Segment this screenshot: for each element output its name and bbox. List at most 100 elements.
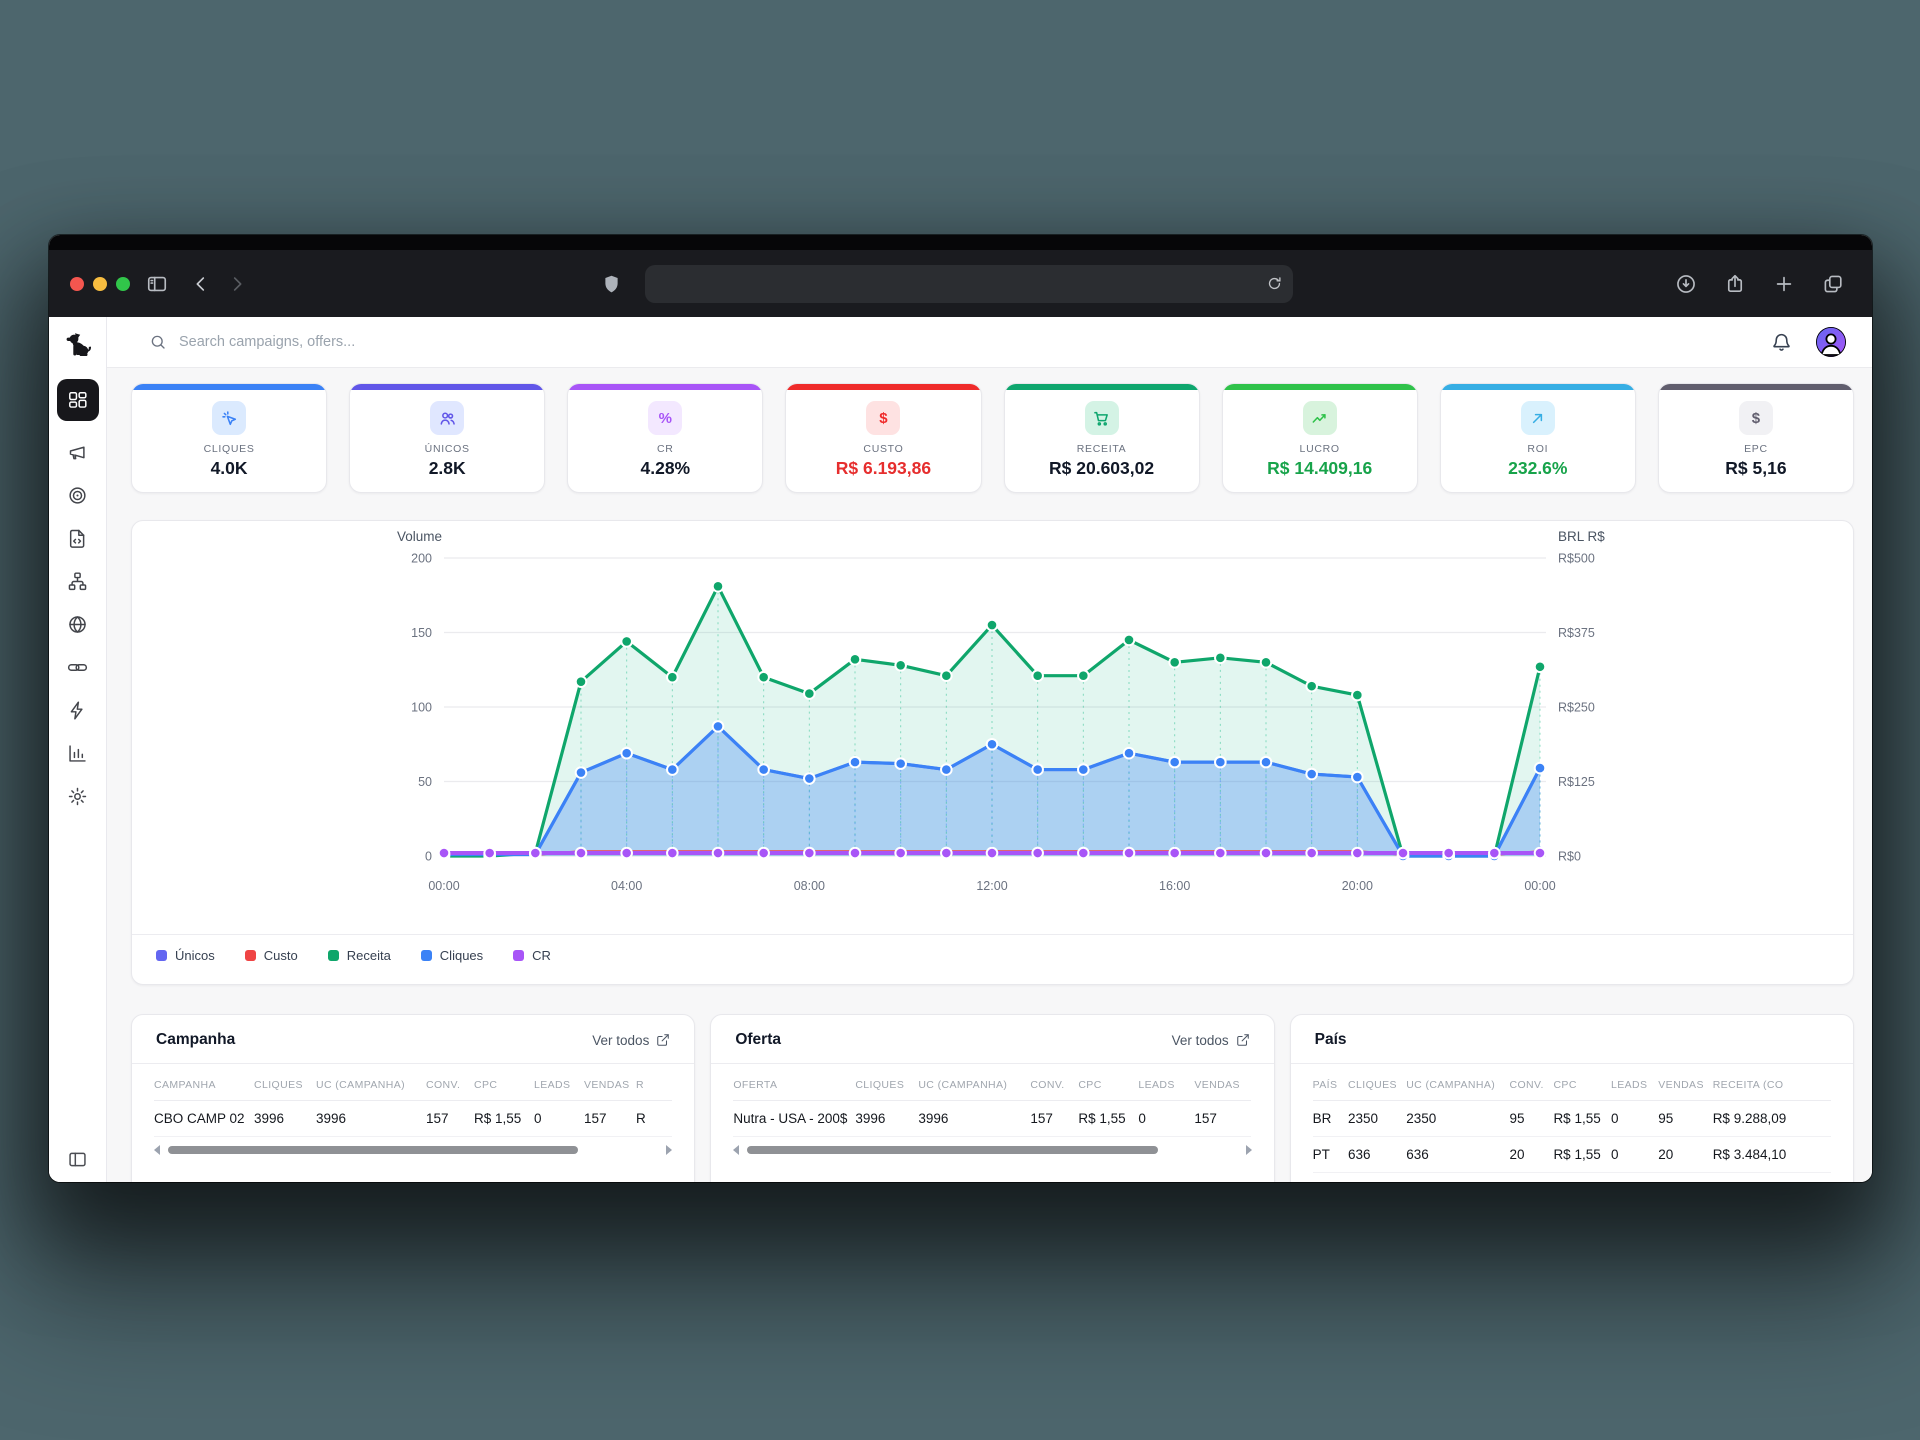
legend-item[interactable]: CR [513, 948, 551, 963]
column-header: LEADS [534, 1066, 584, 1101]
bell-icon[interactable] [1771, 332, 1792, 353]
kpi-label: ROI [1527, 443, 1548, 455]
table-row[interactable]: PT63663620R$ 1,55020R$ 3.484,10 [1313, 1137, 1831, 1173]
legend-item[interactable]: Únicos [156, 948, 215, 963]
kpi-label: LUCRO [1300, 443, 1340, 455]
oferta-ver-todos-link[interactable]: Ver todos [1172, 1033, 1250, 1048]
link-icon [67, 657, 88, 678]
table-cell: 0 [1138, 1101, 1194, 1137]
svg-text:00:00: 00:00 [428, 879, 459, 893]
kpi-label: RECEITA [1077, 443, 1127, 455]
sidebar-item-flows[interactable] [57, 560, 99, 603]
oferta-title: Oferta [735, 1031, 781, 1049]
new-tab-icon[interactable] [1773, 273, 1795, 295]
traffic-chart-card: 0R$050R$125100R$250150R$375200R$500Volum… [131, 520, 1854, 985]
dollar-icon: $ [866, 401, 900, 435]
dollar-icon: $ [1739, 401, 1773, 435]
sidebar-item-domains[interactable] [57, 603, 99, 646]
shield-icon[interactable] [601, 273, 622, 294]
table-cell: 2350 [1348, 1101, 1406, 1137]
campanha-h-scrollbar[interactable] [154, 1144, 672, 1156]
scroll-left-icon[interactable] [154, 1145, 160, 1155]
minimize-window-button[interactable] [93, 277, 107, 291]
legend-item[interactable]: Receita [328, 948, 391, 963]
app-topbar [107, 317, 1872, 368]
reload-icon[interactable] [1266, 275, 1283, 292]
collapse-sidebar-icon[interactable] [67, 1149, 88, 1170]
kpi-card-lucro[interactable]: LUCRO R$ 14.409,16 [1222, 383, 1418, 493]
legend-label: CR [532, 948, 551, 963]
scroll-left-icon[interactable] [733, 1145, 739, 1155]
kpi-card-cr[interactable]: % CR 4.28% [567, 383, 763, 493]
svg-text:08:00: 08:00 [794, 879, 825, 893]
column-header: CONV. [1030, 1066, 1078, 1101]
svg-text:04:00: 04:00 [611, 879, 642, 893]
column-header: CPC [1078, 1066, 1138, 1101]
sidebar-item-target[interactable] [57, 474, 99, 517]
close-window-button[interactable] [70, 277, 84, 291]
app-sidebar [49, 317, 107, 1182]
sidebar-item-dashboard[interactable] [57, 379, 99, 421]
svg-text:16:00: 16:00 [1159, 879, 1190, 893]
sidebar-item-landing-pages[interactable] [57, 517, 99, 560]
kpi-card-receita[interactable]: RECEITA R$ 20.603,02 [1004, 383, 1200, 493]
table-cell: 636 [1406, 1137, 1509, 1173]
downloads-icon[interactable] [1675, 273, 1697, 295]
kpi-label: ÚNICOS [425, 443, 470, 455]
table-row[interactable]: CBO CAMP 0239963996157R$ 1,550157R [154, 1101, 672, 1137]
table-row[interactable]: Nutra - USA - 200$39963996157R$ 1,550157 [733, 1101, 1251, 1137]
summary-tables-row: Campanha Ver todos CAMPANHACLIQUESUC (CA… [131, 1014, 1854, 1182]
avatar[interactable] [1816, 327, 1846, 357]
sidebar-item-settings[interactable] [57, 775, 99, 818]
svg-text:R$125: R$125 [1558, 775, 1595, 789]
legend-label: Cliques [440, 948, 483, 963]
legend-label: Receita [347, 948, 391, 963]
kpi-card-roi[interactable]: ROI 232.6% [1440, 383, 1636, 493]
svg-text:00:00: 00:00 [1524, 879, 1555, 893]
cursor-click-icon [212, 401, 246, 435]
legend-swatch [328, 950, 339, 961]
kpi-card-unicos[interactable]: ÚNICOS 2.8K [349, 383, 545, 493]
back-icon[interactable] [190, 273, 212, 295]
scroll-right-icon[interactable] [1246, 1145, 1252, 1155]
column-header: UC (CAMPANHA) [918, 1066, 1030, 1101]
tab-overview-icon[interactable] [1822, 273, 1844, 295]
oferta-h-scrollbar[interactable] [733, 1144, 1251, 1156]
traffic-lights [70, 277, 130, 291]
scrollbar-thumb[interactable] [168, 1146, 578, 1154]
kpi-card-cliques[interactable]: CLIQUES 4.0K [131, 383, 327, 493]
search-input[interactable] [179, 334, 599, 350]
column-header: RECEITA (CO [1713, 1066, 1831, 1101]
oferta-card: Oferta Ver todos OFERTACLIQUESUC (CAMPAN… [710, 1014, 1274, 1182]
table-header-row: CAMPANHACLIQUESUC (CAMPANHA)CONV.CPCLEAD… [154, 1066, 672, 1101]
legend-item[interactable]: Cliques [421, 948, 483, 963]
kpi-label: EPC [1744, 443, 1768, 455]
address-bar[interactable] [645, 265, 1293, 303]
table-cell: R$ 1,55 [1553, 1137, 1611, 1173]
kpi-card-epc[interactable]: $ EPC R$ 5,16 [1658, 383, 1854, 493]
file-code-icon [67, 528, 88, 549]
browser-sidebar-toggle-icon[interactable] [146, 273, 168, 295]
column-header: VENDAS [1658, 1066, 1712, 1101]
column-header: OFERTA [733, 1066, 855, 1101]
kpi-card-custo[interactable]: $ CUSTO R$ 6.193,86 [785, 383, 981, 493]
scrollbar-thumb[interactable] [747, 1146, 1157, 1154]
scroll-right-icon[interactable] [666, 1145, 672, 1155]
sidebar-item-campaigns[interactable] [57, 431, 99, 474]
share-icon[interactable] [1724, 273, 1746, 295]
sidebar-item-integrations[interactable] [57, 689, 99, 732]
browser-window: CLIQUES 4.0K ÚNICOS 2.8K % CR [49, 235, 1872, 1182]
table-row[interactable]: BR2350235095R$ 1,55095R$ 9.288,09 [1313, 1101, 1831, 1137]
zoom-window-button[interactable] [116, 277, 130, 291]
campanha-ver-todos-link[interactable]: Ver todos [592, 1033, 670, 1048]
table-cell: 157 [1030, 1101, 1078, 1137]
legend-item[interactable]: Custo [245, 948, 298, 963]
sidebar-item-reports[interactable] [57, 732, 99, 775]
sidebar-item-links[interactable] [57, 646, 99, 689]
forward-icon[interactable] [226, 273, 248, 295]
svg-text:R$375: R$375 [1558, 626, 1595, 640]
column-header: LEADS [1611, 1066, 1658, 1101]
column-header: CONV. [1510, 1066, 1554, 1101]
column-header: CLIQUES [1348, 1066, 1406, 1101]
trending-up-icon [1303, 401, 1337, 435]
